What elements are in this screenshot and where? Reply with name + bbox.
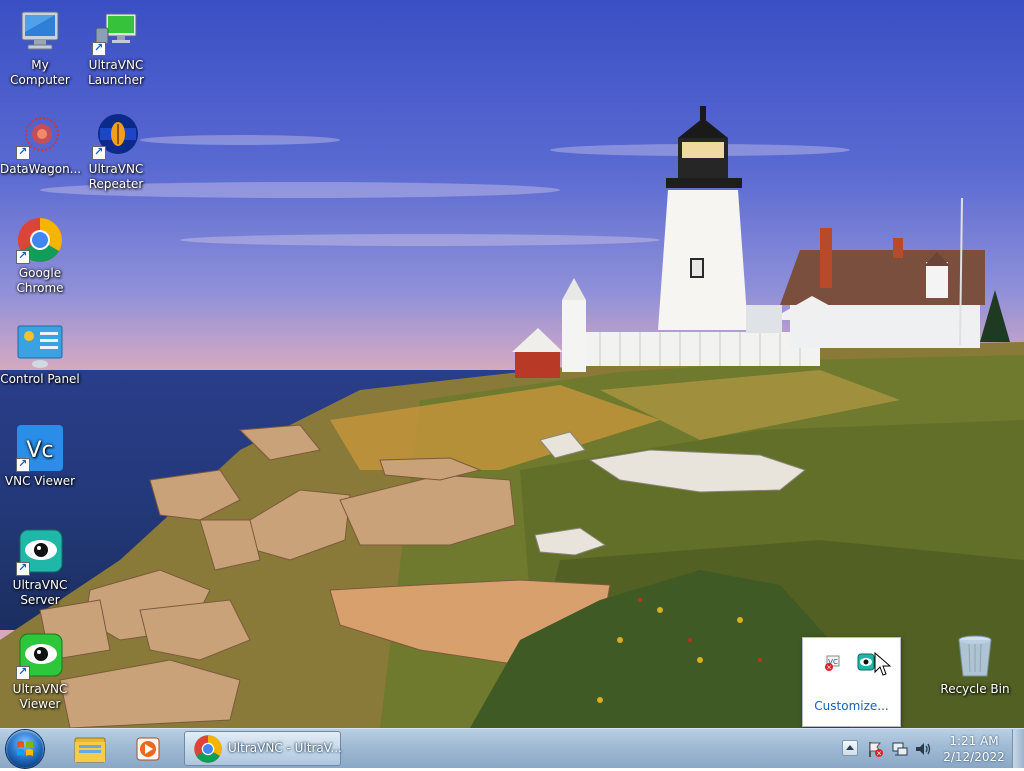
desktop-icon-label: VNC Viewer	[4, 474, 76, 488]
vnc-viewer-icon: Vc	[16, 424, 64, 472]
ultravnc-repeater-icon	[92, 112, 140, 160]
desktop-icon-ultravnc-viewer[interactable]: UltraVNC Viewer	[0, 632, 80, 712]
desktop-icon-control-panel[interactable]: Control Panel	[0, 322, 80, 387]
desktop-icon-recycle-bin[interactable]: Recycle Bin	[935, 632, 1015, 697]
clock-date: 2/12/2022	[943, 750, 1005, 764]
desktop-icon-label: DataWagon...	[0, 162, 82, 176]
chrome-icon	[194, 735, 222, 763]
customize-link[interactable]: Customize...	[803, 699, 900, 713]
datawagon-icon	[16, 112, 64, 160]
media-player-icon	[136, 737, 160, 761]
start-button[interactable]	[6, 730, 44, 768]
desktop-icon-label: Recycle Bin	[940, 682, 1010, 696]
desktop-icon-my-computer[interactable]: My Computer	[0, 8, 80, 88]
pinned-media-player[interactable]	[126, 731, 170, 767]
desktop-icon-ultravnc-server[interactable]: UltraVNC Server	[0, 528, 80, 608]
computer-icon	[16, 8, 64, 56]
shortcut-arrow-icon	[16, 664, 30, 680]
shortcut-arrow-icon	[92, 144, 106, 160]
desktop-icon-google-chrome[interactable]: Google Chrome	[0, 216, 80, 296]
ultravnc-server-icon	[16, 528, 64, 576]
clock-time: 1:21 AM	[949, 734, 999, 748]
desktop-icon-label: Chrome	[16, 281, 64, 295]
shortcut-arrow-icon	[16, 560, 30, 576]
svg-text:×: ×	[876, 750, 882, 758]
ultravnc-launcher-icon	[92, 8, 140, 56]
desktop-icon-label: My Computer	[10, 58, 70, 87]
taskbar-button-label: UltraVNC - UltraV...	[228, 741, 342, 755]
desktop-icon-vnc-viewer[interactable]: Vc VNC Viewer	[0, 424, 80, 489]
shortcut-arrow-icon	[16, 456, 30, 472]
taskbar-clock[interactable]: 1:21 AM 2/12/2022	[940, 733, 1008, 765]
svg-text:Vc: Vc	[26, 438, 53, 463]
ultravnc-viewer-icon	[16, 632, 64, 680]
desktop-icon-label: UltraVNC	[12, 578, 68, 592]
mouse-cursor-icon	[874, 651, 892, 678]
control-panel-icon	[16, 322, 64, 370]
desktop-icon-label: Viewer	[19, 697, 61, 711]
chrome-icon	[16, 216, 64, 264]
action-center-flag-icon[interactable]: ×	[866, 740, 884, 758]
volume-icon[interactable]	[914, 740, 932, 758]
desktop-icon-label: Launcher	[88, 73, 144, 87]
desktop-icon-label: Repeater	[88, 177, 144, 191]
desktop-icon-ultravnc-launcher[interactable]: UltraVNC Launcher	[76, 8, 156, 88]
desktop-icon-datawagon[interactable]: DataWagon...	[0, 112, 82, 177]
show-hidden-icons-arrow[interactable]	[842, 740, 858, 756]
taskbar-button-ultravnc[interactable]: UltraVNC - UltraV...	[184, 731, 342, 766]
desktop-icon-label: UltraVNC	[88, 58, 144, 72]
network-icon[interactable]	[891, 740, 909, 758]
svg-text:×: ×	[826, 664, 832, 672]
desktop-icon-label: Server	[20, 593, 60, 607]
recycle-bin-icon	[951, 632, 999, 680]
ultravnc-tray-icon[interactable]	[857, 653, 875, 671]
shortcut-arrow-icon	[16, 248, 30, 264]
shortcut-arrow-icon	[92, 40, 106, 56]
desktop-icon-label: UltraVNC	[88, 162, 144, 176]
shortcut-arrow-icon	[16, 144, 30, 160]
network-error-icon[interactable]: VC ×	[824, 654, 842, 672]
desktop-icon-label: Google	[18, 266, 62, 280]
windows-explorer-icon	[74, 737, 106, 763]
desktop-icon-label: Control Panel	[0, 372, 80, 386]
notification-overflow-popup: VC × Customize...	[802, 637, 901, 727]
pinned-windows-explorer[interactable]	[68, 731, 112, 767]
desktop-icon-ultravnc-repeater[interactable]: UltraVNC Repeater	[76, 112, 156, 192]
desktop-icon-label: UltraVNC	[12, 682, 68, 696]
show-desktop-button[interactable]	[1012, 729, 1024, 768]
windows-logo-icon	[17, 741, 33, 756]
